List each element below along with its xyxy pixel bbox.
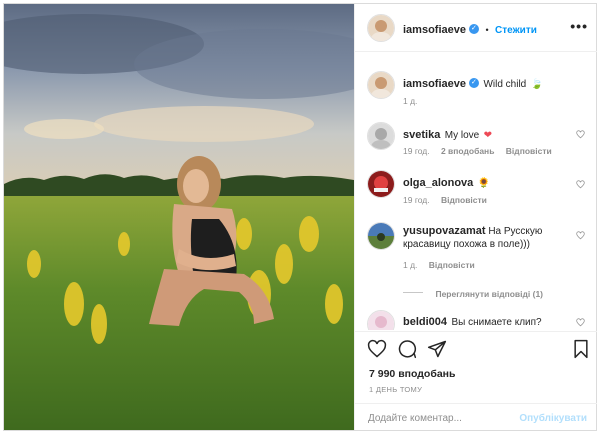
post-header: iamsofiaeve ✓ • Стежити ••• [355,4,597,52]
heart-icon[interactable] [367,339,387,359]
caption-username[interactable]: iamsofiaeve [403,78,466,90]
comment-avatar[interactable] [367,122,395,150]
caption-text: Wild child [483,79,527,90]
comment-avatar[interactable] [367,170,395,198]
follow-button[interactable]: Стежити [495,25,537,36]
verified-badge-icon: ✓ [468,23,479,34]
post-modal: iamsofiaeve ✓ • Стежити ••• iamsofiaeve ✓ … [3,3,597,431]
comment-time[interactable]: 19 год. [403,146,430,156]
caption-avatar[interactable] [367,71,395,99]
comment-username[interactable]: beldi004 [403,316,447,328]
view-replies-row[interactable]: Переглянути відповіді (1) [403,284,543,302]
heart-like-icon[interactable] [576,130,585,139]
comment-item: beldi004 Вы снимаете клип? [355,306,597,330]
comment-time[interactable]: 1 д. [403,260,417,270]
heart-emoji: ❤ [483,130,493,141]
more-icon[interactable]: ••• [570,18,588,34]
comment-item: yusupovazamat На Русскую красавицу похож… [355,220,597,274]
heart-like-icon[interactable] [576,318,585,327]
likes-count[interactable]: 7 990 вподобань [369,368,455,380]
comment-likes[interactable]: 2 вподобань [441,146,494,156]
post-photo[interactable] [4,4,354,430]
comment-input[interactable]: Додайте коментар... [368,413,462,424]
bookmark-icon[interactable] [572,339,590,359]
reply-button[interactable]: Відповісти [506,146,552,156]
leaf-emoji: 🍃 [530,79,544,90]
comment-avatar[interactable] [367,222,395,250]
comment-item: olga_alonova 🌻 19 год. Відповісти [355,168,597,208]
share-icon[interactable] [427,339,447,359]
comment-item: svetika My love ❤ 19 год. 2 вподобань Ві… [355,120,597,160]
comment-text: My love [444,130,480,141]
add-comment-bar: Додайте коментар... Опублікувати [355,403,597,432]
header-separator: • [485,25,489,35]
author-avatar[interactable] [367,14,395,42]
reply-button[interactable]: Відповісти [429,260,475,270]
publish-button[interactable]: Опублікувати [519,413,587,424]
comment-time[interactable]: 19 год. [403,195,430,205]
author-username[interactable]: iamsofiaeve [403,24,466,36]
heart-like-icon[interactable] [576,180,585,189]
comment-username[interactable]: svetika [403,129,440,141]
reply-button[interactable]: Відповісти [441,195,487,205]
post-actions: 7 990 вподобань 1 ДЕНЬ ТОМУ Додайте коме… [355,331,597,431]
comment-icon[interactable] [397,339,417,359]
comment-text: Вы снимаете клип? [451,317,542,328]
comment-username[interactable]: yusupovazamat [403,225,486,237]
verified-badge-icon: ✓ [468,77,479,88]
comment-avatar[interactable] [367,310,395,330]
sunflower-emoji: 🌻 [477,178,491,189]
post-sidebar: iamsofiaeve ✓ • Стежити ••• iamsofiaeve ✓ … [354,4,597,430]
heart-like-icon[interactable] [576,231,585,240]
field-photo-image [4,4,354,430]
view-replies-button[interactable]: Переглянути відповіді (1) [435,289,543,299]
caption-row: iamsofiaeve ✓ Wild child 🍃 1 д. [355,68,597,108]
caption-time[interactable]: 1 д. [403,96,417,106]
replies-divider [403,292,423,294]
comment-username[interactable]: olga_alonova [403,177,473,189]
post-date[interactable]: 1 ДЕНЬ ТОМУ [369,385,422,394]
